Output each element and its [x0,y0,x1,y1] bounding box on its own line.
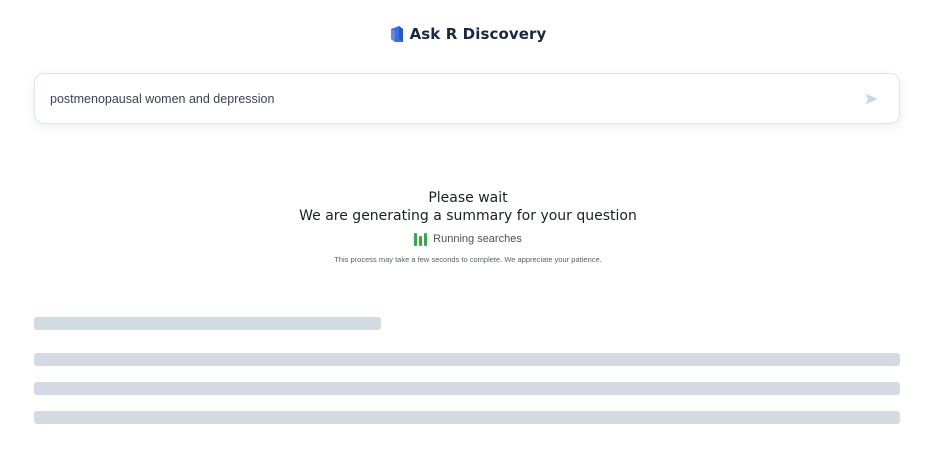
question-search-box [34,73,900,124]
status-title: Please wait [428,190,508,206]
running-label: Running searches [433,233,522,245]
progress-bars-icon [414,232,428,246]
brand-header: Ask R Discovery [0,25,936,43]
skeleton-heading-placeholder [34,317,381,330]
question-input[interactable] [35,74,853,123]
ask-r-discovery-page: Ask R Discovery Please wait We are gener… [0,0,936,456]
skeleton-line-placeholder [34,382,900,395]
skeleton-line-placeholder [34,353,900,366]
patience-note: This process may take a few seconds to c… [334,255,602,264]
generation-status: Please wait We are generating a summary … [0,189,936,264]
brand-name: Ask R Discovery [409,25,547,43]
skeleton-line-placeholder [34,411,900,424]
send-arrow-icon [865,93,877,104]
r-discovery-logo-icon [390,25,404,43]
send-button[interactable] [853,81,889,117]
running-indicator: Running searches [0,231,936,247]
status-subtitle: We are generating a summary for your que… [299,208,637,224]
